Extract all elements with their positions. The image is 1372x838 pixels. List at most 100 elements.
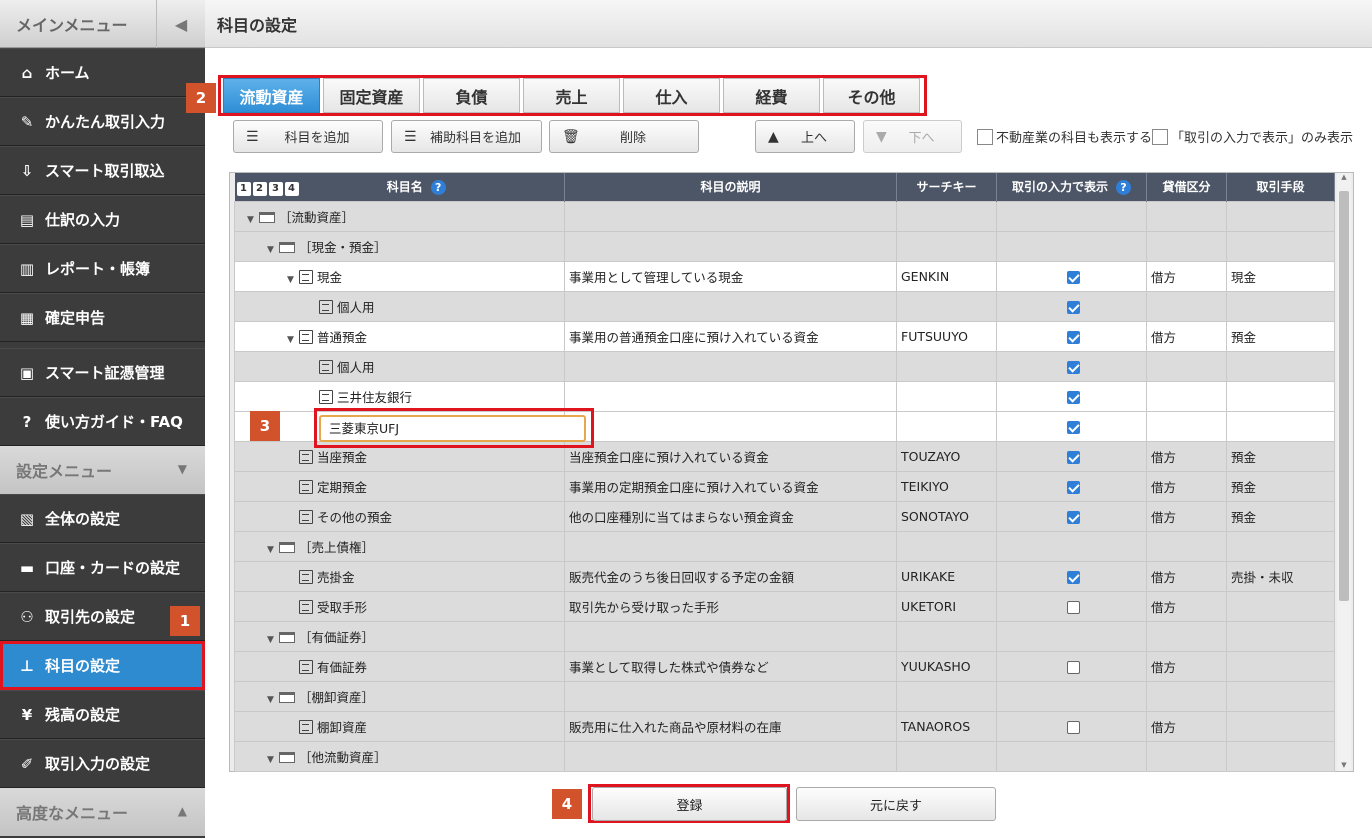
advanced-menu-header[interactable]: 高度なメニュー ▲ xyxy=(0,788,205,836)
cell-description[interactable]: 他の口座種別に当てはまらない預金資金 xyxy=(564,500,897,532)
cell-method[interactable]: 預金 xyxy=(1226,500,1335,532)
cell-method[interactable] xyxy=(1226,380,1335,412)
cell-description[interactable] xyxy=(564,350,897,382)
cell-method[interactable]: 売掛・未収 xyxy=(1226,560,1335,592)
cell-debit-credit[interactable]: 借方 xyxy=(1146,650,1227,682)
sidebar-item-smart-receipt[interactable]: ▣ スマート証憑管理 xyxy=(0,348,205,397)
cell-search-key[interactable]: URIKAKE xyxy=(896,560,997,592)
cell-account-name[interactable]: ▼ ［現金・預金］ xyxy=(234,230,565,262)
cell-debit-credit[interactable]: 借方 xyxy=(1146,560,1227,592)
cell-show-in-entry[interactable] xyxy=(996,590,1147,622)
cell-show-in-entry[interactable] xyxy=(996,440,1147,472)
cell-account-name[interactable]: その他の預金 xyxy=(234,500,565,532)
show-in-entry-checkbox[interactable] xyxy=(1067,270,1080,284)
cell-show-in-entry[interactable] xyxy=(996,530,1147,562)
help-icon[interactable]: ? xyxy=(1116,180,1131,196)
cell-show-in-entry[interactable] xyxy=(996,680,1147,712)
cell-search-key[interactable]: TANAOROS xyxy=(896,710,997,742)
cell-search-key[interactable] xyxy=(896,680,997,712)
table-row[interactable]: ▼ ［有価証券］ xyxy=(234,620,1335,652)
sidebar-item-account-card-settings[interactable]: ▬ 口座・カードの設定 xyxy=(0,543,205,592)
cell-method[interactable] xyxy=(1226,530,1335,562)
cell-search-key[interactable] xyxy=(896,380,997,412)
cell-debit-credit[interactable]: 借方 xyxy=(1146,440,1227,472)
scroll-up-icon[interactable]: ▲ xyxy=(1337,173,1351,181)
table-row[interactable]: 個人用 xyxy=(234,290,1335,322)
cell-description[interactable] xyxy=(564,620,897,652)
cell-account-name[interactable]: ▼ ［流動資産］ xyxy=(234,200,565,232)
cell-description[interactable] xyxy=(564,380,897,412)
cell-account-name[interactable]: ▼ ［売上債権］ xyxy=(234,530,565,562)
cell-debit-credit[interactable]: 借方 xyxy=(1146,320,1227,352)
cell-description[interactable]: 取引先から受け取った手形 xyxy=(564,590,897,622)
sidebar-item-guide-faq[interactable]: ? 使い方ガイド・FAQ xyxy=(0,397,205,446)
expand-toggle-icon[interactable]: ▼ xyxy=(287,335,299,345)
move-up-button[interactable]: ▲ 上へ xyxy=(755,120,855,153)
cell-description[interactable] xyxy=(564,530,897,562)
expand-toggle-icon[interactable]: ▼ xyxy=(267,545,279,555)
cell-search-key[interactable] xyxy=(896,740,997,772)
cell-description[interactable]: 販売代金のうち後日回収する予定の金額 xyxy=(564,560,897,592)
delete-button[interactable]: 🗑 削除 xyxy=(549,120,699,153)
cell-account-name[interactable]: ▼ ［他流動資産］ xyxy=(234,740,565,772)
cell-search-key[interactable] xyxy=(896,350,997,382)
cell-show-in-entry[interactable] xyxy=(996,470,1147,502)
collapse-sidebar-button[interactable]: ◀ xyxy=(156,0,205,48)
add-sub-account-button[interactable]: ☰ 補助科目を追加 xyxy=(391,120,542,153)
cell-show-in-entry[interactable] xyxy=(996,410,1147,442)
expand-toggle-icon[interactable]: ▼ xyxy=(267,635,279,645)
sidebar-item-account-settings[interactable]: ⊥ 科目の設定 xyxy=(0,641,205,690)
cell-search-key[interactable]: YUUKASHO xyxy=(896,650,997,682)
cell-description[interactable]: 販売用に仕入れた商品や原材料の在庫 xyxy=(564,710,897,742)
cell-debit-credit[interactable] xyxy=(1146,680,1227,712)
show-in-entry-checkbox[interactable] xyxy=(1067,600,1080,614)
sidebar-item-tax-return[interactable]: ▦ 確定申告 xyxy=(0,293,205,342)
sidebar-item-reports[interactable]: ▥ レポート・帳簿 xyxy=(0,244,205,293)
cell-method[interactable]: 預金 xyxy=(1226,320,1335,352)
cell-account-name[interactable]: 棚卸資産 xyxy=(234,710,565,742)
show-in-entry-checkbox[interactable] xyxy=(1067,450,1080,464)
cell-description[interactable]: 事業用として管理している現金 xyxy=(564,260,897,292)
show-in-entry-checkbox[interactable] xyxy=(1067,720,1080,734)
level-4-button[interactable]: 4 xyxy=(284,181,299,196)
show-in-entry-checkbox[interactable] xyxy=(1067,660,1080,674)
cell-account-name[interactable]: 定期預金 xyxy=(234,470,565,502)
expand-toggle-icon[interactable]: ▼ xyxy=(287,275,299,285)
show-in-entry-checkbox[interactable] xyxy=(1067,360,1080,374)
sidebar-item-balance-settings[interactable]: ¥ 残高の設定 xyxy=(0,690,205,739)
cell-description[interactable] xyxy=(564,230,897,262)
cell-search-key[interactable] xyxy=(896,530,997,562)
account-name-edit-input[interactable]: 三菱東京UFJ xyxy=(319,415,586,442)
tab-current-assets[interactable]: 流動資産 xyxy=(223,78,320,113)
cell-search-key[interactable] xyxy=(896,410,997,442)
sidebar-item-smart-import[interactable]: ⇩ スマート取引取込 xyxy=(0,146,205,195)
cell-search-key[interactable]: FUTSUUYO xyxy=(896,320,997,352)
cell-account-name[interactable]: ▼ ［有価証券］ xyxy=(234,620,565,652)
cell-show-in-entry[interactable] xyxy=(996,320,1147,352)
cell-method[interactable] xyxy=(1226,230,1335,262)
cell-description[interactable]: 事業用の普通預金口座に預け入れている資金 xyxy=(564,320,897,352)
cell-debit-credit[interactable]: 借方 xyxy=(1146,590,1227,622)
cell-account-name[interactable]: 個人用 xyxy=(234,350,565,382)
cell-method[interactable] xyxy=(1226,350,1335,382)
cell-show-in-entry[interactable] xyxy=(996,230,1147,262)
show-realestate-option[interactable]: 不動産業の科目も表示する xyxy=(977,127,1152,146)
cell-debit-credit[interactable] xyxy=(1146,200,1227,232)
cell-show-in-entry[interactable] xyxy=(996,350,1147,382)
sidebar-item-general-settings[interactable]: ▧ 全体の設定 xyxy=(0,494,205,543)
cell-debit-credit[interactable] xyxy=(1146,740,1227,772)
tab-fixed-assets[interactable]: 固定資産 xyxy=(323,78,420,113)
cell-method[interactable] xyxy=(1226,710,1335,742)
cell-account-name[interactable]: 売掛金 xyxy=(234,560,565,592)
cell-show-in-entry[interactable] xyxy=(996,710,1147,742)
cell-debit-credit[interactable] xyxy=(1146,350,1227,382)
cell-search-key[interactable] xyxy=(896,230,997,262)
cell-debit-credit[interactable] xyxy=(1146,410,1227,442)
table-row[interactable]: 三井住友銀行 xyxy=(234,380,1335,412)
cell-show-in-entry[interactable] xyxy=(996,740,1147,772)
cell-account-name[interactable]: 個人用 xyxy=(234,290,565,322)
sidebar-item-entry-settings[interactable]: ✐ 取引入力の設定 xyxy=(0,739,205,788)
tab-purchases[interactable]: 仕入 xyxy=(623,78,720,113)
cell-show-in-entry[interactable] xyxy=(996,380,1147,412)
cell-account-name[interactable]: ▼ 普通預金 xyxy=(234,320,565,352)
